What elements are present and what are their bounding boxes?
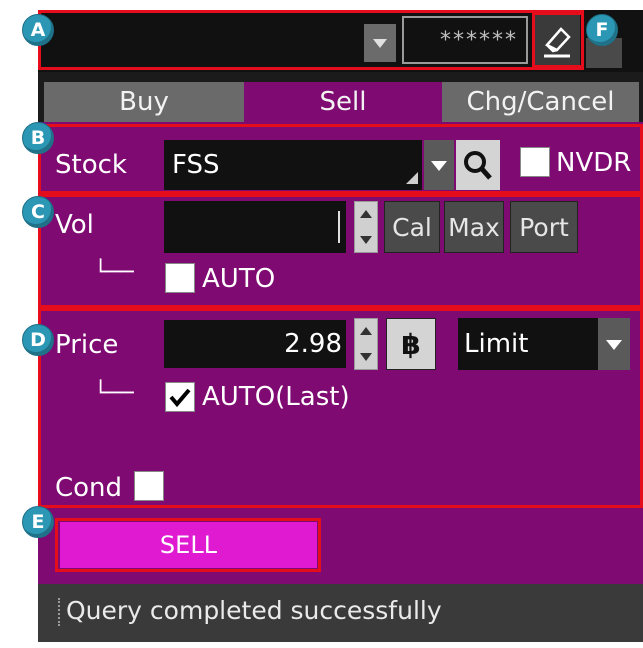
annotation-box-a bbox=[38, 10, 584, 70]
annotation-badge-c: C bbox=[22, 196, 54, 228]
annotation-box-d bbox=[38, 308, 643, 508]
tab-buy-label: Buy bbox=[119, 87, 169, 117]
status-message: Query completed successfully bbox=[66, 596, 442, 625]
tab-chg-cancel[interactable]: Chg/Cancel bbox=[442, 82, 639, 122]
annotation-box-e bbox=[55, 518, 321, 572]
tab-sell-label: Sell bbox=[319, 87, 367, 117]
annotation-badge-e: E bbox=[22, 506, 54, 538]
annotation-badge-a: A bbox=[22, 14, 54, 46]
annotation-badge-d: D bbox=[22, 324, 54, 356]
annotation-box-c bbox=[38, 194, 643, 308]
tab-sell[interactable]: Sell bbox=[244, 82, 442, 122]
tab-chg-cancel-label: Chg/Cancel bbox=[466, 87, 615, 117]
annotation-badge-b: B bbox=[22, 122, 54, 154]
tab-buy[interactable]: Buy bbox=[44, 82, 244, 122]
status-grip bbox=[58, 598, 62, 626]
annotation-box-f bbox=[532, 12, 584, 68]
annotation-badge-f: F bbox=[586, 14, 618, 46]
annotation-box-b bbox=[38, 124, 643, 194]
